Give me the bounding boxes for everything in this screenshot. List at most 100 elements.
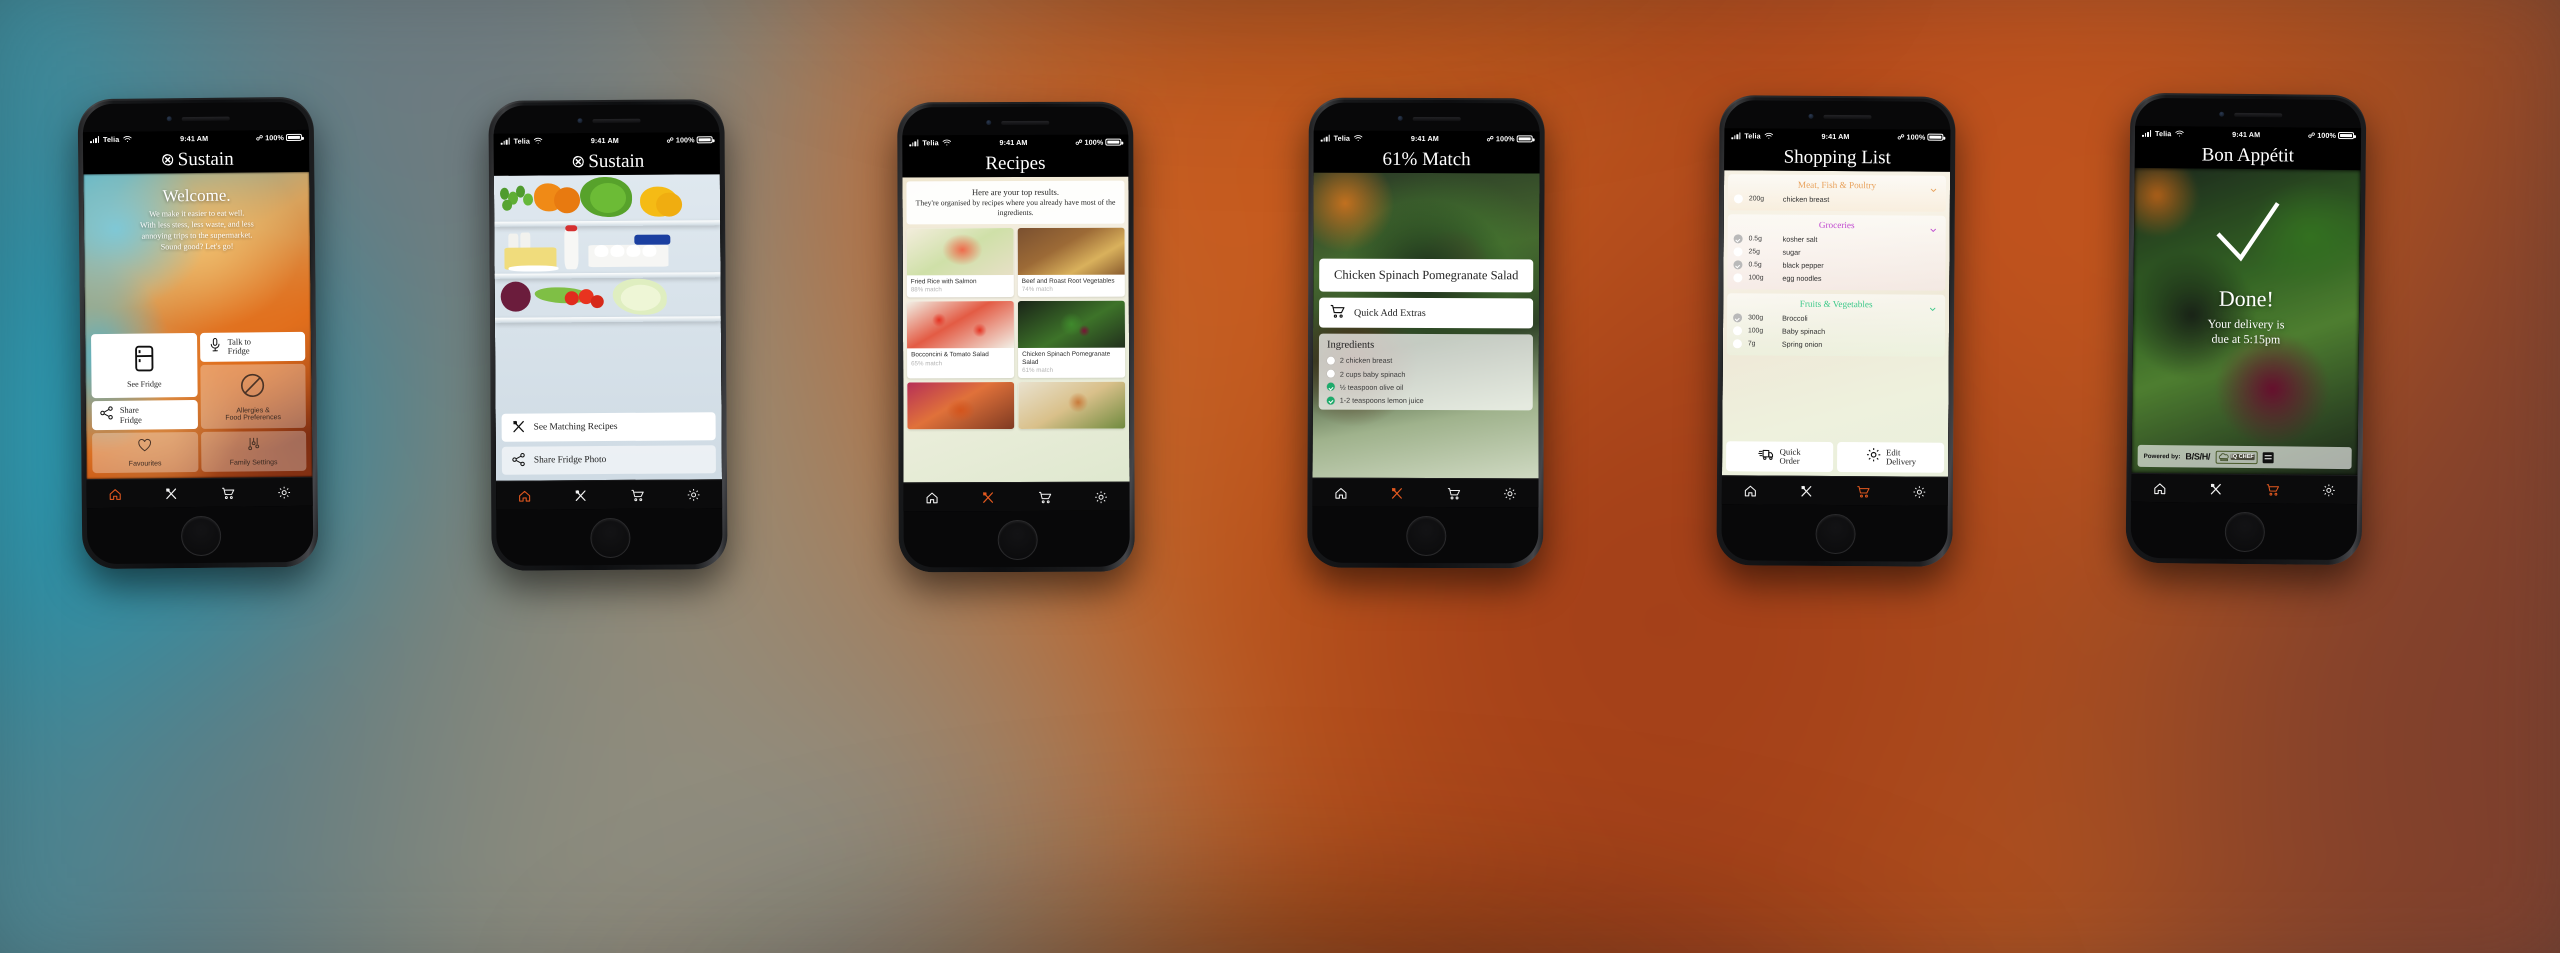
shopping-item[interactable]: 100g egg noodles	[1733, 271, 1939, 285]
item-checkbox[interactable]	[1733, 313, 1743, 323]
tab-home[interactable]	[2146, 478, 2172, 498]
see-matching-recipes-button[interactable]: See Matching Recipes	[501, 412, 716, 442]
shopping-item[interactable]: 7g Spring onion	[1732, 337, 1939, 351]
delivery-truck-icon	[1758, 445, 1776, 467]
item-checkbox[interactable]	[1733, 247, 1743, 257]
tab-recipes[interactable]	[568, 485, 594, 505]
tab-bar[interactable]	[1721, 475, 1948, 506]
home-button[interactable]	[2131, 502, 2358, 560]
ingredient-row[interactable]: 2 chicken breast	[1326, 354, 1525, 368]
tab-recipes[interactable]	[975, 487, 1001, 507]
ingredient-row[interactable]: 1-2 teaspoons lemon juice	[1326, 394, 1525, 408]
section-header[interactable]: Groceries	[1734, 218, 1940, 233]
chevron-down-icon[interactable]	[1929, 222, 1938, 240]
recipe-card[interactable]: Fried Rice with Salmon 88% match	[906, 227, 1014, 298]
tab-home[interactable]	[511, 485, 537, 505]
tile-talk-to-fridge[interactable]: Talk to Fridge	[199, 331, 306, 362]
item-checkbox[interactable]	[1733, 234, 1743, 244]
tile-favourites[interactable]: Favourites	[92, 432, 198, 474]
chevron-down-icon[interactable]	[1928, 301, 1937, 319]
item-quantity: 0.5g	[1748, 235, 1762, 243]
tab-settings[interactable]	[1497, 483, 1523, 503]
tab-shopping[interactable]	[624, 485, 650, 505]
tab-shopping[interactable]	[1032, 487, 1058, 507]
recipe-card[interactable]: Bocconcini & Tomato Salad 65% match	[906, 301, 1015, 379]
tab-settings[interactable]	[1907, 481, 1933, 501]
tab-settings[interactable]	[271, 482, 297, 502]
home-button[interactable]	[496, 508, 722, 566]
quick-order-button[interactable]: Quick Order	[1726, 441, 1834, 472]
tab-bar[interactable]	[1312, 477, 1539, 508]
recipe-thumbnail	[1018, 381, 1126, 430]
welcome-tile-grid: See Fridge Talk to Fridge Share Fridge Fav…	[85, 331, 313, 479]
tab-bar[interactable]	[2131, 472, 2358, 505]
button-label: Quick Order	[1779, 446, 1801, 466]
battery-percent: 100%	[1906, 132, 1926, 142]
item-checkbox[interactable]	[1732, 339, 1742, 349]
shopping-item[interactable]: 200g chicken breast	[1733, 192, 1940, 206]
ingredient-checkbox[interactable]	[1326, 383, 1335, 392]
e-logo	[2262, 451, 2274, 463]
tab-recipes[interactable]	[1794, 481, 1820, 501]
tab-home[interactable]	[1737, 480, 1763, 500]
ingredient-checkbox[interactable]	[1326, 356, 1335, 365]
ingredient-row[interactable]: ½ teaspoon olive oil	[1326, 380, 1525, 394]
recipe-thumbnail	[907, 382, 1015, 430]
item-quantity: 100g	[1748, 274, 1764, 282]
tab-home[interactable]	[919, 487, 945, 507]
button-label: See Matching Recipes	[533, 421, 618, 433]
section-header[interactable]: Meat, Fish & Poultry	[1734, 178, 1940, 193]
tab-bar[interactable]	[86, 476, 313, 509]
home-button[interactable]	[1721, 504, 1947, 562]
home-button[interactable]	[87, 506, 314, 564]
bsh-logo: B/S/H/	[2185, 451, 2211, 462]
heart-icon	[136, 437, 153, 459]
chevron-down-icon[interactable]	[1929, 182, 1938, 200]
screen-fridge: See Matching Recipes Share Fridge Photo	[493, 174, 723, 481]
tile-allergies[interactable]: Allergies & Food Preferences	[199, 363, 306, 429]
tab-settings[interactable]	[2316, 480, 2342, 500]
tile-family-settings[interactable]: Family Settings	[200, 430, 307, 472]
section-header[interactable]: Fruits & Vegetables	[1733, 297, 1939, 312]
tile-share-fridge[interactable]: Share Fridge	[91, 400, 198, 431]
recipe-card[interactable]: Chicken Spinach Pomegranate Salad 61% ma…	[1017, 300, 1126, 379]
tab-shopping[interactable]	[215, 483, 241, 503]
battery-icon	[2337, 131, 2355, 140]
item-checkbox[interactable]	[1733, 273, 1743, 283]
edit-delivery-button[interactable]: Edit Delivery	[1837, 442, 1945, 473]
tab-home[interactable]	[102, 484, 128, 504]
recipe-match: 74% match	[1021, 286, 1053, 294]
tab-recipes[interactable]	[1384, 483, 1410, 503]
tile-see-fridge[interactable]: See Fridge	[91, 332, 198, 399]
item-checkbox[interactable]	[1733, 194, 1743, 204]
battery-icon	[696, 136, 713, 144]
recipe-card[interactable]	[1018, 381, 1126, 430]
home-button[interactable]	[1312, 507, 1538, 564]
item-checkbox[interactable]	[1733, 260, 1743, 270]
item-name: black pepper	[1782, 260, 1824, 270]
recipe-card[interactable]: Beef and Roast Root Vegetables 74% match	[1017, 227, 1125, 298]
ingredient-checkbox[interactable]	[1326, 396, 1335, 405]
ingredient-checkbox[interactable]	[1326, 369, 1335, 378]
item-checkbox[interactable]	[1732, 326, 1743, 336]
tab-recipes[interactable]	[158, 483, 184, 503]
battery-percent: 100%	[265, 133, 285, 143]
home-button[interactable]	[904, 511, 1130, 568]
phone-sensors	[83, 102, 309, 132]
ingredient-row[interactable]: 2 cups baby spinach	[1326, 367, 1525, 381]
tab-home[interactable]	[1328, 483, 1354, 503]
recipe-card[interactable]	[907, 382, 1015, 430]
tab-shopping[interactable]	[1850, 481, 1876, 501]
tab-recipes[interactable]	[2203, 479, 2229, 499]
tab-shopping[interactable]	[1441, 483, 1467, 503]
tab-settings[interactable]	[681, 484, 707, 504]
screen-recipe-detail: Chicken Spinach Pomegranate Salad Quick …	[1312, 172, 1540, 479]
share-fridge-photo-button[interactable]: Share Fridge Photo	[501, 445, 716, 475]
tab-settings[interactable]	[1088, 487, 1114, 507]
quick-add-extras-button[interactable]: Quick Add Extras	[1319, 297, 1534, 329]
item-quantity: 100g	[1747, 327, 1764, 335]
tab-shopping[interactable]	[2259, 479, 2285, 499]
tab-bar[interactable]	[496, 479, 723, 510]
tab-bar[interactable]	[903, 481, 1130, 512]
no-entry-icon	[238, 370, 268, 405]
